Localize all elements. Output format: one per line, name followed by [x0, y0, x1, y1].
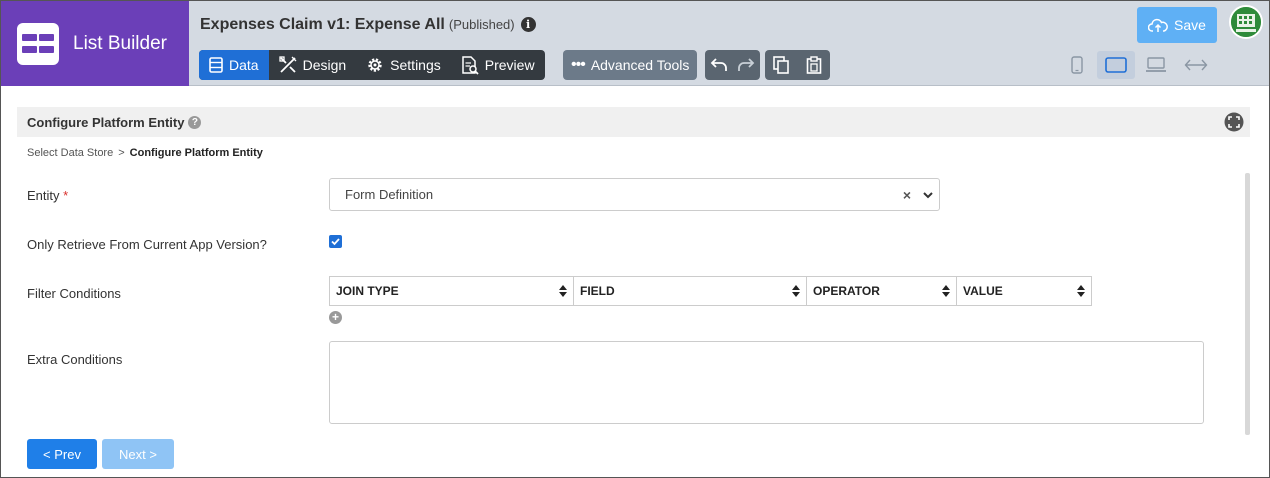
undo-redo-group [705, 50, 760, 80]
breadcrumb: Select Data Store > Configure Platform Ent… [27, 147, 263, 159]
next-button[interactable]: Next > [102, 439, 174, 469]
avatar[interactable] [1229, 5, 1263, 39]
column-header-label: OPERATOR [813, 284, 880, 298]
more-dots-icon: ••• [571, 56, 586, 73]
check-icon [331, 238, 340, 246]
section-title: Configure Platform Entity [27, 114, 185, 130]
advanced-tools-button[interactable]: ••• Advanced Tools [563, 50, 698, 80]
column-header-label: VALUE [963, 284, 1003, 298]
brand-title: List Builder [73, 32, 167, 54]
save-button[interactable]: Save [1137, 7, 1217, 43]
device-tablet-button[interactable] [1097, 51, 1135, 79]
column-header-field[interactable]: FIELD [574, 277, 807, 305]
sort-icon [1077, 285, 1085, 297]
top-bar: Expenses Claim v1: Expense All (Published… [189, 1, 1269, 86]
tab-settings[interactable]: Settings [356, 50, 451, 80]
filter-label: Filter Conditions [27, 286, 121, 301]
sort-icon [792, 285, 800, 297]
data-list-icon [209, 57, 223, 73]
device-laptop-button[interactable] [1137, 51, 1175, 79]
tab-design[interactable]: Design [269, 50, 357, 80]
version-checkbox[interactable] [329, 235, 342, 248]
add-condition-icon[interactable]: + [329, 311, 342, 324]
clipboard-group [765, 50, 830, 80]
breadcrumb-parent[interactable]: Select Data Store [27, 147, 113, 159]
undo-icon[interactable] [710, 57, 728, 73]
gear-icon [368, 58, 382, 72]
app-window: List Builder Expenses Claim v1: Expense … [0, 0, 1270, 478]
filter-conditions-grid: JOIN TYPE FIELD OPERATOR VALUE [329, 276, 1092, 306]
column-header-join-type[interactable]: JOIN TYPE [330, 277, 574, 305]
user-avatar-icon [1231, 7, 1261, 37]
tab-settings-label: Settings [390, 57, 441, 73]
tab-bar: Data Design Settings Preview [199, 50, 545, 80]
clear-icon[interactable]: × [903, 187, 911, 203]
chevron-down-icon [923, 192, 933, 199]
mobile-icon [1071, 56, 1083, 74]
column-header-label: FIELD [580, 284, 615, 298]
sort-icon [559, 285, 567, 297]
copy-icon[interactable] [773, 56, 790, 74]
extra-conditions-label: Extra Conditions [27, 352, 123, 367]
paste-icon[interactable] [806, 56, 822, 74]
advanced-tools-label: Advanced Tools [590, 57, 690, 73]
expand-icon[interactable] [1224, 112, 1244, 132]
device-fullwidth-button[interactable] [1177, 51, 1215, 79]
tab-data-label: Data [229, 57, 259, 73]
help-icon[interactable]: ? [188, 115, 202, 129]
status-badge: (Published) [448, 17, 515, 32]
laptop-icon [1146, 57, 1166, 72]
entity-label: Entity [27, 188, 60, 203]
entity-select-value: Form Definition [345, 187, 434, 202]
required-mark: * [63, 188, 69, 203]
section-header: Configure Platform Entity ? [17, 107, 1250, 137]
info-icon[interactable]: i [520, 17, 536, 32]
entity-label-row: Entity * [27, 188, 68, 203]
tab-preview-label: Preview [484, 57, 535, 73]
brand-panel: List Builder [1, 1, 189, 86]
column-header-value[interactable]: VALUE [957, 277, 1091, 305]
device-mobile-button[interactable] [1058, 51, 1096, 79]
scrollbar[interactable] [1245, 173, 1250, 435]
breadcrumb-separator: > [118, 147, 125, 159]
sort-icon [942, 285, 950, 297]
design-tools-icon [278, 56, 297, 73]
page-title: Expenses Claim v1: Expense All [200, 16, 445, 33]
redo-icon[interactable] [737, 57, 755, 73]
column-header-operator[interactable]: OPERATOR [807, 277, 957, 305]
tab-data[interactable]: Data [199, 50, 269, 80]
preview-document-icon [462, 55, 479, 75]
tab-preview[interactable]: Preview [451, 50, 545, 80]
column-header-label: JOIN TYPE [336, 284, 399, 298]
prev-button[interactable]: < Prev [27, 439, 97, 469]
breadcrumb-current: Configure Platform Entity [129, 147, 263, 159]
arrows-horizontal-icon [1184, 59, 1208, 71]
tablet-icon [1105, 57, 1127, 73]
entity-select[interactable]: Form Definition × [329, 178, 940, 211]
cloud-upload-icon [1148, 18, 1168, 32]
app-title-row: Expenses Claim v1: Expense All (Published… [200, 16, 536, 34]
list-grid-icon [17, 22, 59, 65]
save-label: Save [1174, 17, 1206, 33]
extra-conditions-textarea[interactable] [329, 341, 1204, 424]
tab-design-label: Design [302, 57, 347, 73]
version-label: Only Retrieve From Current App Version? [27, 237, 267, 252]
